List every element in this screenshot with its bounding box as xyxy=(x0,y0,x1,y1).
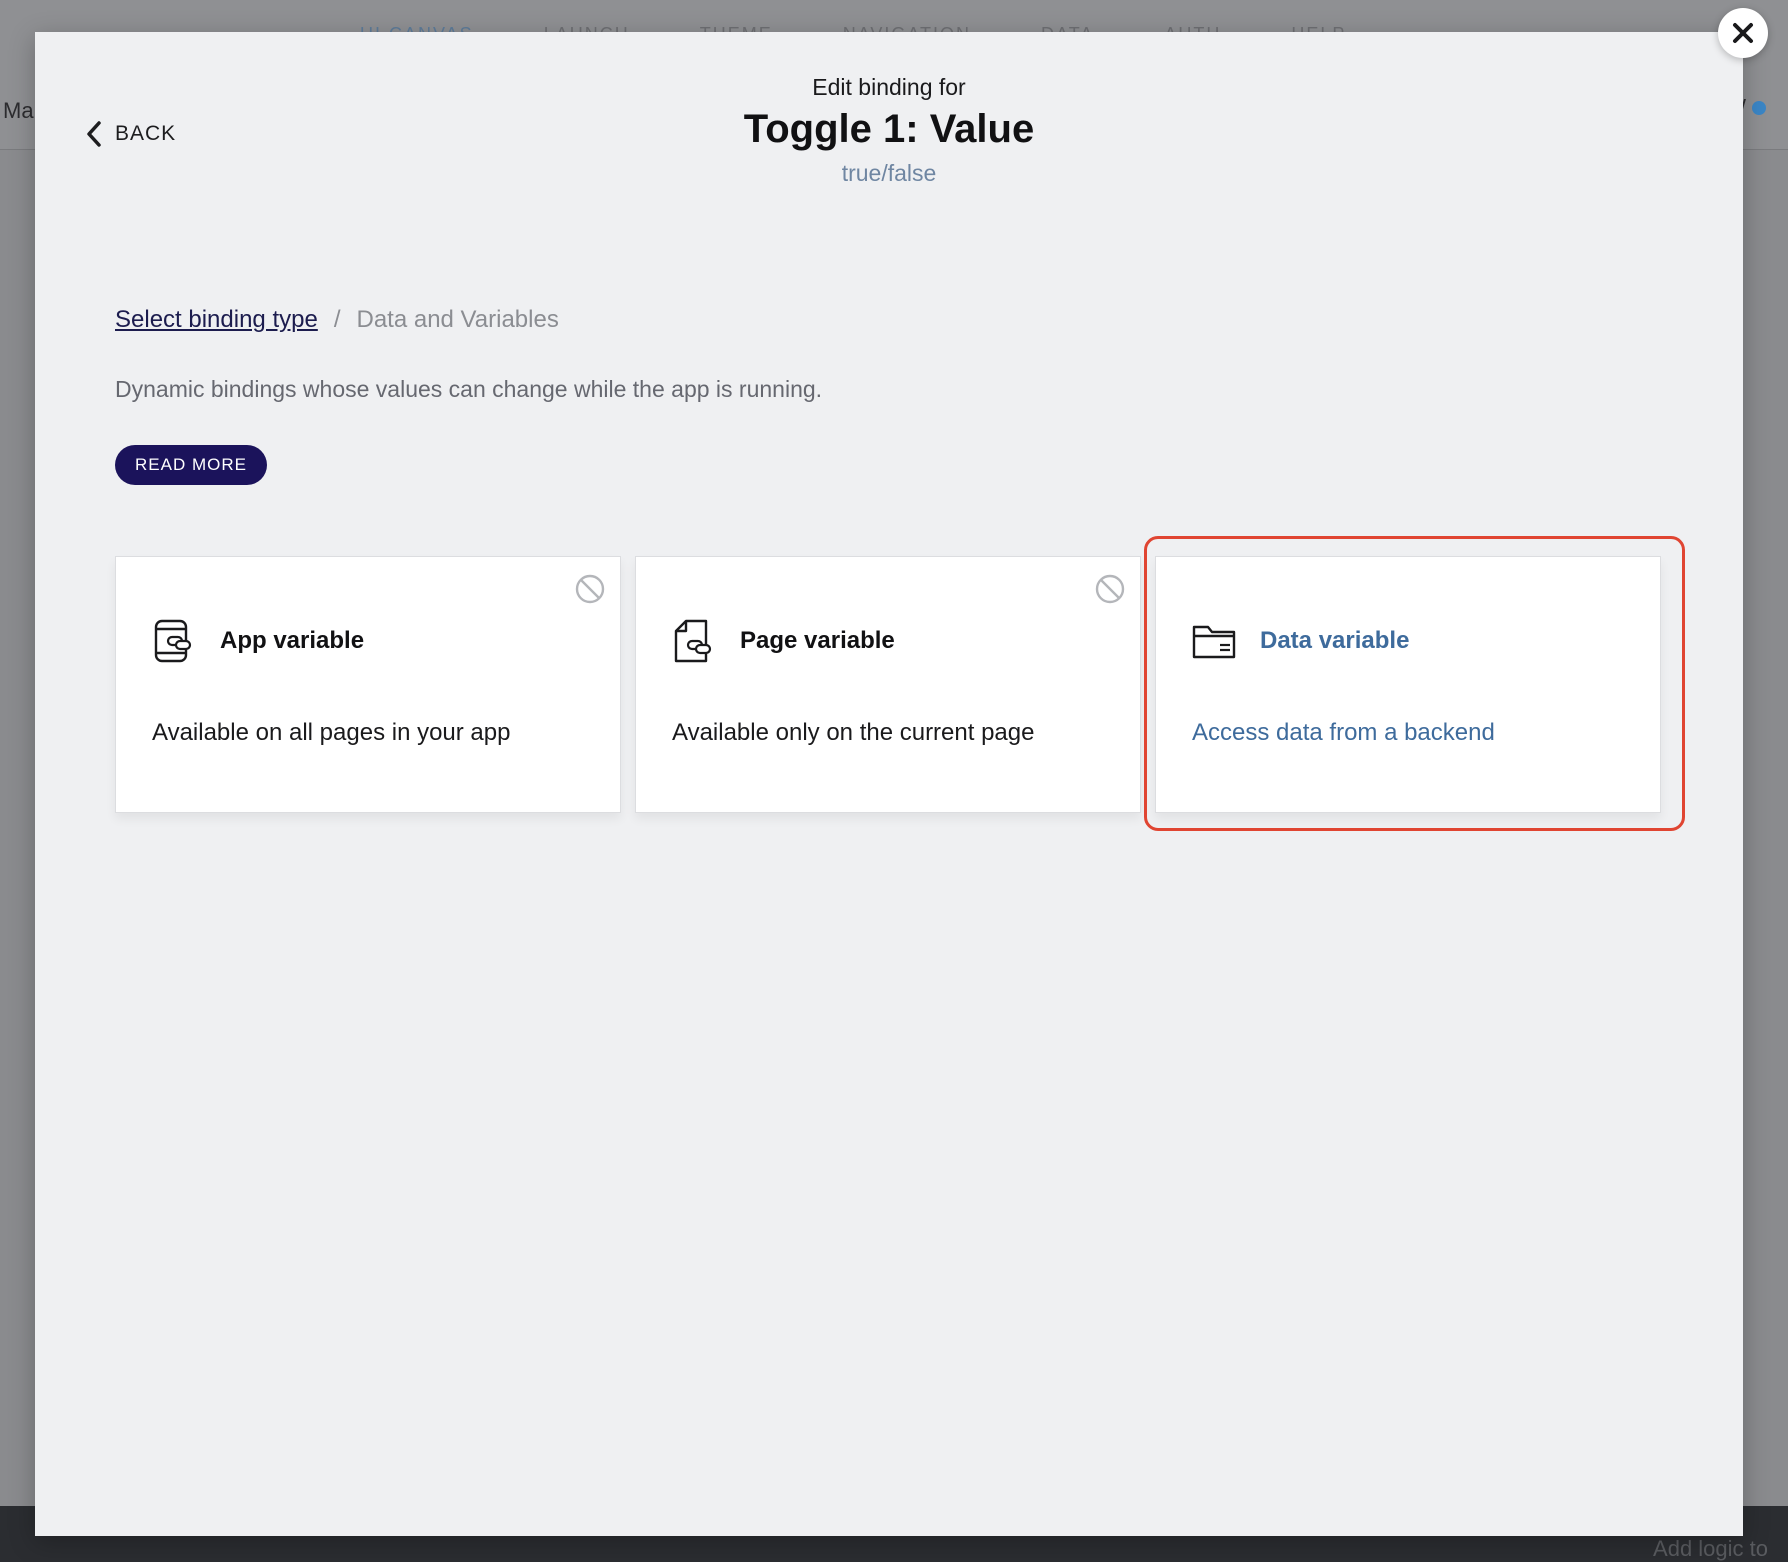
status-dot xyxy=(1752,100,1766,115)
section-description: Dynamic bindings whose values can change… xyxy=(115,376,823,402)
app-variable-card[interactable]: App variable Available on all pages in y… xyxy=(115,556,621,813)
disabled-icon xyxy=(575,574,605,604)
breadcrumb-separator: / xyxy=(333,306,341,333)
card-description: Access data from a backend xyxy=(1192,719,1495,746)
page-variable-card[interactable]: Page variable Available only on the curr… xyxy=(635,556,1141,813)
breadcrumb-select-binding-type[interactable]: Select binding type xyxy=(115,306,318,334)
edit-binding-modal: BACK Edit binding for Toggle 1: Value tr… xyxy=(35,32,1743,1536)
close-icon xyxy=(1733,23,1753,43)
background-left-text: Ma xyxy=(3,98,34,123)
data-variable-card[interactable]: Data variable Access data from a backend xyxy=(1155,556,1661,813)
app-variable-icon xyxy=(154,619,192,663)
modal-header: Edit binding for Toggle 1: Value true/fa… xyxy=(35,74,1743,187)
breadcrumb: Select binding type / Data and Variables xyxy=(115,306,559,334)
card-description: Available on all pages in your app xyxy=(152,719,511,746)
card-title: Data variable xyxy=(1260,627,1410,654)
card-title: Page variable xyxy=(740,627,895,654)
background-bottom-text: Add logic to xyxy=(1653,1536,1768,1561)
card-title: App variable xyxy=(220,627,365,654)
modal-subheading: Edit binding for xyxy=(812,74,966,100)
modal-title: Toggle 1: Value xyxy=(743,107,1035,151)
page-variable-icon xyxy=(674,619,712,663)
close-button[interactable] xyxy=(1718,8,1768,58)
folder-icon xyxy=(1192,625,1236,659)
disabled-icon xyxy=(1095,574,1125,604)
read-more-button[interactable]: READ MORE xyxy=(115,445,267,485)
value-type: true/false xyxy=(841,160,937,186)
card-description: Available only on the current page xyxy=(672,719,1035,746)
breadcrumb-current: Data and Variables xyxy=(356,306,559,333)
binding-options: App variable Available on all pages in y… xyxy=(115,556,1661,813)
